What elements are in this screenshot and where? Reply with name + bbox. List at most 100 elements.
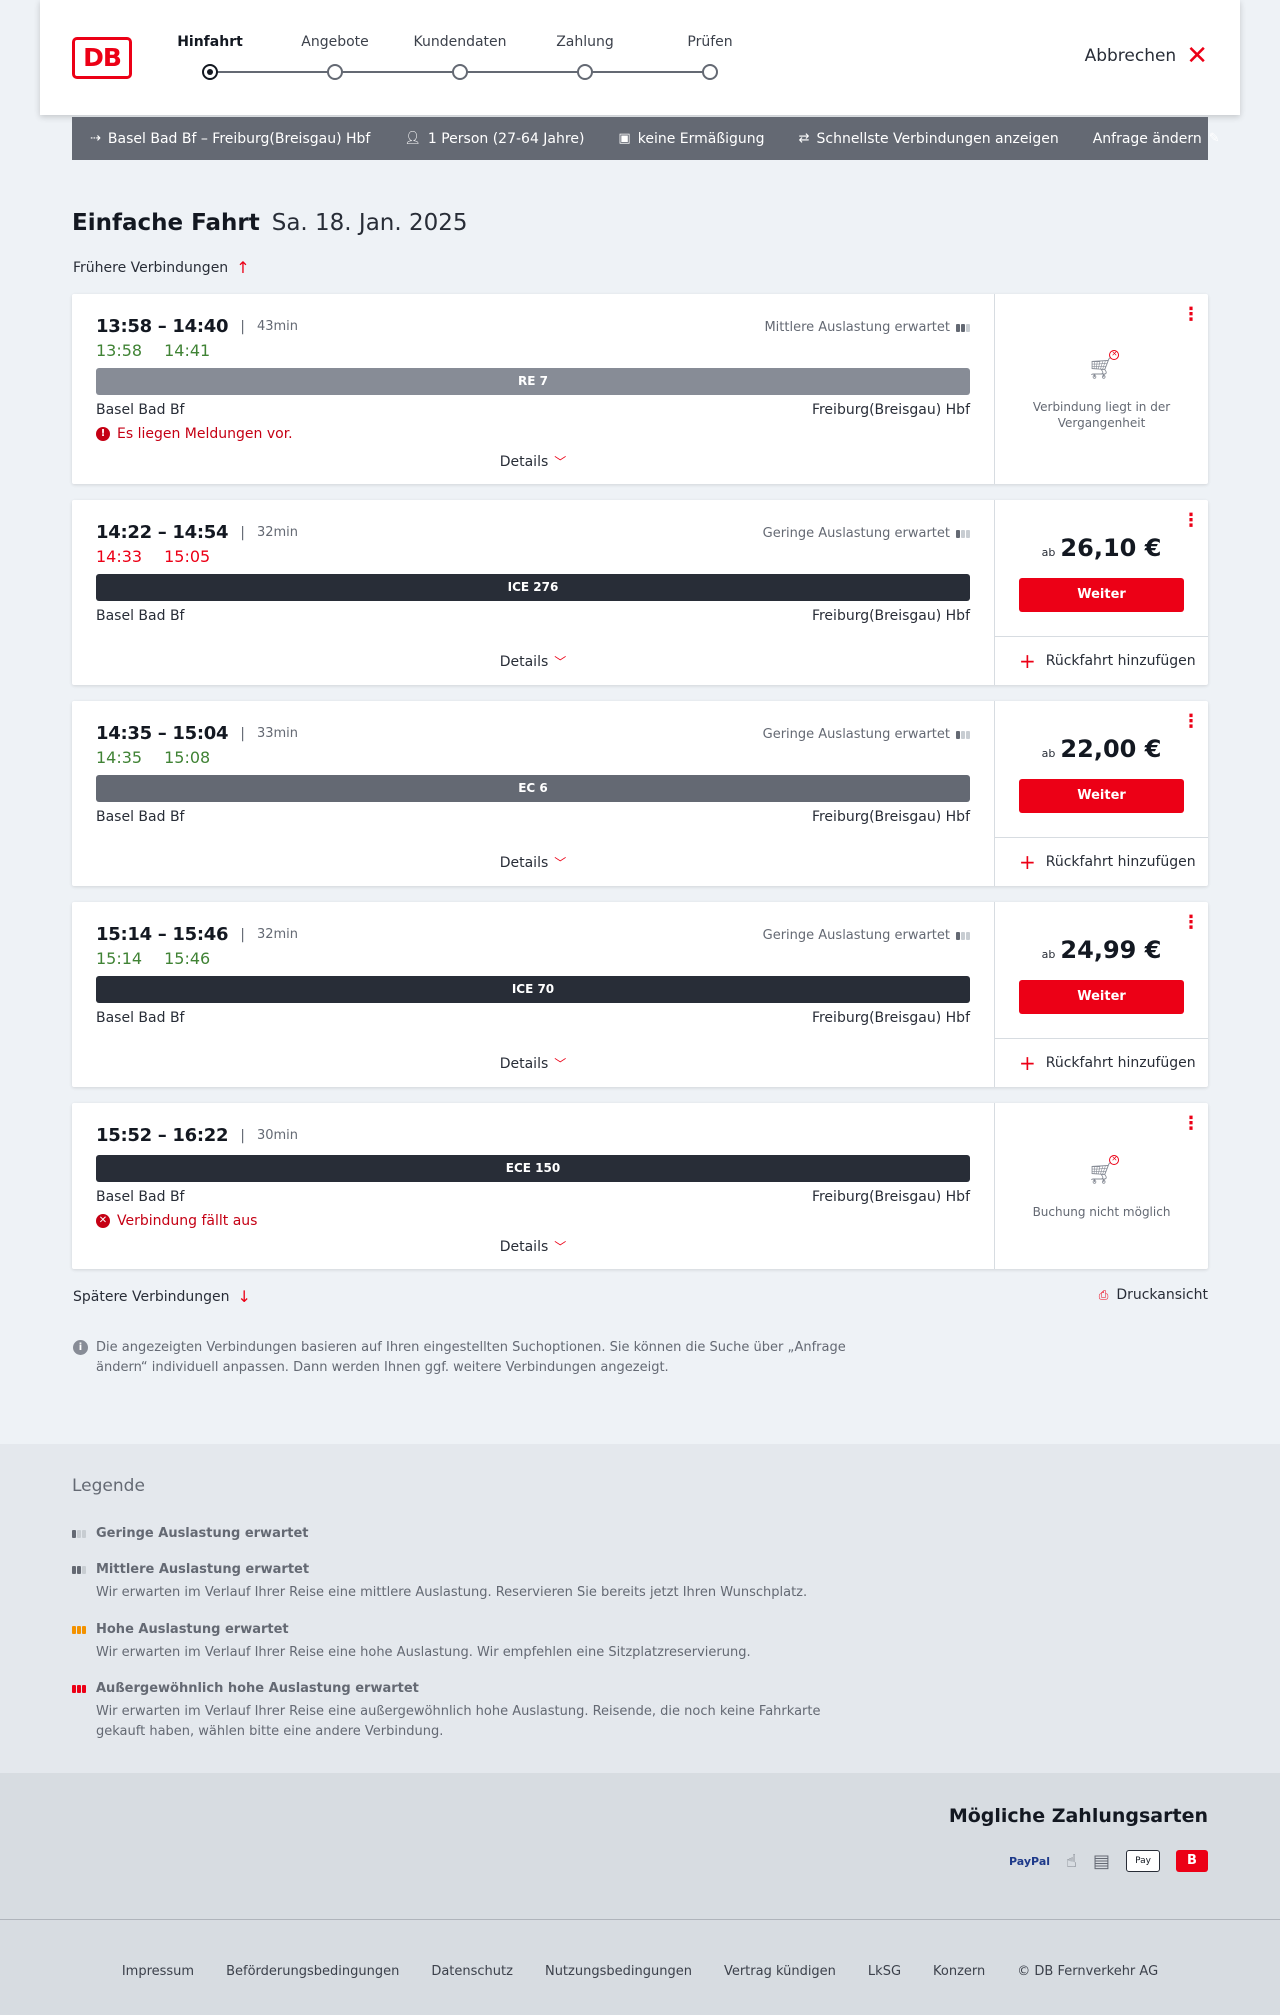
duration: 33min [256, 726, 299, 741]
query-route: ⇢ Basel Bad Bf – Freiburg(Breisgau) Hbf [90, 131, 370, 147]
stations: Basel Bad Bf Freiburg(Breisgau) Hbf [96, 402, 970, 418]
arrow-up-icon: ↑ [236, 258, 250, 277]
print-view-link[interactable]: ⎙ Druckansicht [1099, 1287, 1208, 1303]
add-return-label: Rückfahrt hinzufügen [1045, 854, 1196, 870]
legend-item: Mittlere Auslastung erwartet Wir erwarte… [72, 1562, 872, 1603]
more-options-icon[interactable]: ⋮ [1182, 306, 1200, 324]
train-bar[interactable]: EC 6 [96, 775, 970, 802]
planned-time: 14:35 – 15:04 [96, 723, 229, 744]
legend-item: Außergewöhnlich hohe Auslastung erwartet… [72, 1681, 872, 1742]
footer-link-vertrag-kuendigen[interactable]: Vertrag kündigen [724, 1964, 836, 1979]
step-dot [577, 64, 593, 80]
step-dot [452, 64, 468, 80]
step-dot [702, 64, 718, 80]
route-text: Basel Bad Bf – Freiburg(Breisgau) Hbf [107, 130, 371, 147]
occupancy-text: Geringe Auslastung erwartet [762, 526, 950, 541]
details-toggle[interactable]: Details ﹀ [72, 653, 994, 670]
actual-arrival: 15:05 [164, 547, 211, 566]
price-prefix: ab [1041, 546, 1056, 559]
price-value: 24,99 € [1060, 936, 1162, 964]
unavailable-text: Buchung nicht möglich [1032, 1205, 1171, 1219]
legend-item-text: Wir erwarten im Verlauf Ihrer Reise eine… [96, 1585, 808, 1600]
earlier-connections-link[interactable]: Frühere Verbindungen ↑ [73, 258, 250, 277]
to-station: Freiburg(Breisgau) Hbf [811, 608, 970, 624]
query-bar: ⇢ Basel Bad Bf – Freiburg(Breisgau) Hbf 👤… [72, 117, 1220, 160]
details-toggle[interactable]: Details ﹀ [72, 1238, 994, 1255]
continue-button[interactable]: Weiter [1019, 779, 1184, 813]
pencil-icon: ✎ [1208, 131, 1220, 146]
plus-icon: + [1019, 1051, 1036, 1075]
train-bar[interactable]: RE 7 [96, 368, 970, 395]
continue-button[interactable]: Weiter [1019, 578, 1184, 612]
details-toggle[interactable]: Details ﹀ [72, 1055, 994, 1072]
train-bar[interactable]: ICE 276 [96, 574, 970, 601]
earlier-label: Frühere Verbindungen [73, 259, 229, 276]
actual-arrival: 15:08 [164, 748, 211, 767]
query-options: ⇄ Schnellste Verbindungen anzeigen [799, 131, 1059, 147]
occupancy-info: Geringe Auslastung erwartet [763, 928, 970, 943]
sliders-icon: ⇄ [798, 131, 810, 146]
from-station: Basel Bad Bf [96, 402, 185, 418]
footer-link-datenschutz[interactable]: Datenschutz [431, 1964, 513, 1979]
footer-link-lksg[interactable]: LkSG [868, 1964, 901, 1979]
options-text: Schnellste Verbindungen anzeigen [816, 130, 1059, 147]
occupancy-text: Geringe Auslastung erwartet [762, 727, 950, 742]
step-kundendaten: Kundendaten [413, 34, 507, 50]
cancel-button[interactable]: Abbrechen ✕ [1084, 41, 1208, 71]
occupancy-text: Mittlere Auslastung erwartet [764, 320, 950, 335]
footer-link-nutzungsbedingungen[interactable]: Nutzungsbedingungen [545, 1964, 692, 1979]
details-toggle[interactable]: Details ﹀ [72, 854, 994, 871]
actual-departure: 14:33 [96, 547, 143, 566]
more-options-icon[interactable]: ⋮ [1182, 512, 1200, 530]
details-label: Details [499, 1239, 549, 1255]
legend-item-text: Wir erwarten im Verlauf Ihrer Reise eine… [96, 1645, 751, 1660]
paypal-icon: PayPal [1009, 1854, 1051, 1868]
from-station: Basel Bad Bf [96, 1189, 185, 1205]
footer-link-befoerderungsbedingungen[interactable]: Beförderungsbedingungen [226, 1964, 399, 1979]
train-bar[interactable]: ICE 70 [96, 976, 970, 1003]
duration: 32min [256, 525, 299, 540]
header: DB Hinfahrt Angebote Kundendaten Zahlung… [40, 0, 1240, 115]
close-icon: ✕ [1186, 41, 1208, 71]
occupancy-info: Geringe Auslastung erwartet [763, 526, 970, 541]
cancel-label: Abbrechen [1084, 46, 1177, 66]
progress-steps: Hinfahrt Angebote Kundendaten Zahlung Pr… [177, 34, 790, 84]
add-return-button[interactable]: + Rückfahrt hinzufügen [995, 1038, 1208, 1087]
legend-item-text: Wir erwarten im Verlauf Ihrer Reise eine… [96, 1704, 821, 1739]
footer-link-konzern[interactable]: Konzern [933, 1964, 985, 1979]
later-connections-link[interactable]: Spätere Verbindungen ↓ [73, 1287, 251, 1306]
details-toggle[interactable]: Details ﹀ [72, 453, 994, 470]
actual-times: 15:14 15:46 [96, 949, 970, 968]
divider: | [240, 318, 245, 335]
very-high-occupancy-icon [72, 1684, 88, 1693]
from-station: Basel Bad Bf [96, 809, 185, 825]
query-discount: ▣ keine Ermäßigung [618, 131, 764, 147]
actual-arrival: 15:46 [164, 949, 211, 968]
step-hinfahrt: Hinfahrt [177, 34, 243, 50]
planned-time: 15:14 – 15:46 [96, 924, 229, 945]
details-label: Details [499, 1056, 549, 1072]
more-options-icon[interactable]: ⋮ [1182, 914, 1200, 932]
add-return-button[interactable]: + Rückfahrt hinzufügen [995, 837, 1208, 886]
offer-panel: ⋮ ab 22,00 € Weiter + Rückfahrt hinzufüge… [994, 701, 1208, 886]
continue-button[interactable]: Weiter [1019, 980, 1184, 1014]
connection-card: 13:58 – 14:40 | 43min Mittlere Auslastun… [72, 294, 1208, 484]
sepa-icon: ▤ [1092, 1850, 1110, 1872]
change-query-button[interactable]: Anfrage ändern ✎ [1093, 131, 1220, 147]
route-arrow-icon: ⇢ [90, 131, 101, 146]
more-options-icon[interactable]: ⋮ [1182, 1115, 1200, 1133]
connection-card: 15:14 – 15:46 | 32min Geringe Auslastung… [72, 902, 1208, 1087]
offer-panel: ⋮ ab 26,10 € Weiter + Rückfahrt hinzufüge… [994, 500, 1208, 685]
price-prefix: ab [1041, 747, 1056, 760]
step-pruefen: Prüfen [687, 34, 733, 50]
train-bar[interactable]: ECE 150 [96, 1155, 970, 1182]
db-logo[interactable]: DB [72, 37, 132, 79]
notice-message[interactable]: ! Es liegen Meldungen vor. [96, 426, 970, 442]
add-return-button[interactable]: + Rückfahrt hinzufügen [995, 636, 1208, 685]
add-return-label: Rückfahrt hinzufügen [1045, 653, 1196, 669]
occupancy-icon [956, 323, 970, 332]
more-options-icon[interactable]: ⋮ [1182, 713, 1200, 731]
footer-link-impressum[interactable]: Impressum [122, 1964, 194, 1979]
divider: | [240, 926, 245, 943]
low-occupancy-icon [72, 1529, 88, 1538]
